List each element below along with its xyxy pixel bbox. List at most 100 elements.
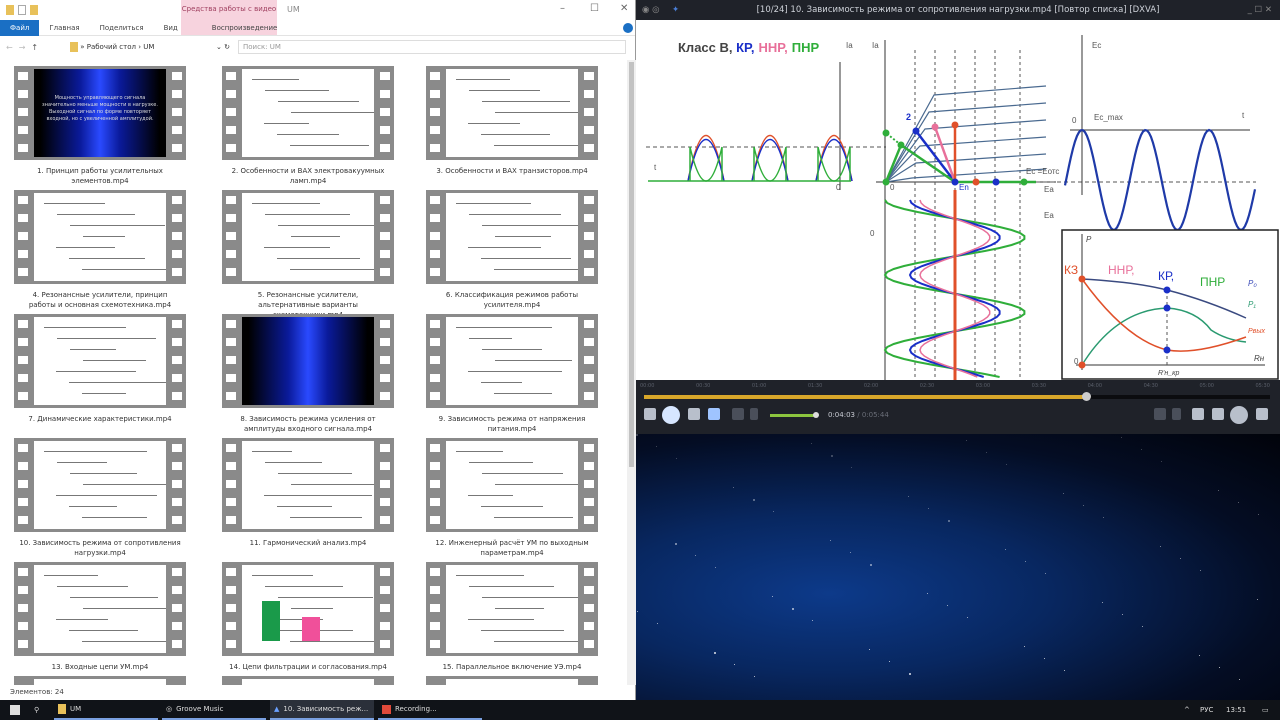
player-controls: 00:00 00:30 01:00 01:30 02:00 02:30 03:00 03:30… [636,380,1280,434]
film-hole [172,90,182,98]
file-item[interactable]: 5. Резонансные усилители, альтернативные… [213,190,403,320]
properties-icon[interactable] [18,5,26,15]
taskbar-groove[interactable]: ◎ Groove Music [162,700,266,720]
thumbnail-line [69,258,145,259]
scrollbar-thumb[interactable] [629,62,634,467]
tab-home[interactable]: Главная [39,20,89,36]
file-item[interactable]: 14. Цепи фильтрации и согласования.mp4 [213,562,403,672]
file-item[interactable]: 7. Динамические характеристики.mp4 [5,314,195,424]
taskbar-explorer[interactable]: UM [54,700,158,720]
maximize-button[interactable]: ☐ [590,3,599,14]
file-item[interactable]: Мощность управляющего сигнала значительн… [5,66,195,186]
playlist-panel-icon[interactable] [1172,408,1181,420]
start-button[interactable] [6,700,20,720]
tab-playback[interactable]: Воспроизведение [202,20,288,36]
film-hole [18,640,28,648]
film-hole [172,72,182,80]
file-item[interactable]: 10. Зависимость режима от сопротивления … [5,438,195,558]
film-hole [18,622,28,630]
video-frame[interactable]: Класс В, КР, ННР, ПНР Ia Ia t 0 0 En Ec =Eотс Ea Ea… [636,20,1280,380]
film-hole [18,498,28,506]
tray-chevron-icon[interactable]: ^ [1180,700,1190,720]
clock[interactable]: 13:51 [1222,700,1246,720]
film-hole [226,480,236,488]
file-item[interactable] [417,676,607,685]
thumbnail-line [291,484,374,485]
file-item[interactable] [213,676,403,685]
pin-icon[interactable]: ✦ [672,0,679,20]
seek-handle[interactable] [1081,392,1091,401]
star [1005,549,1006,550]
context-tab-label[interactable]: Средства работы с видео [181,5,277,13]
next-frame-button[interactable] [688,408,700,420]
tab-share[interactable]: Поделиться [90,20,154,36]
volume-slider[interactable] [770,412,819,418]
film-hole [430,320,440,328]
notifications-icon[interactable]: ▭ [1258,700,1269,720]
file-item[interactable]: 13. Входные цепи УМ.mp4 [5,562,195,672]
file-item[interactable]: 6. Классификация режимов работы усилител… [417,190,607,310]
back-icon[interactable]: ← [6,43,13,52]
ia-label-1: Ia [846,41,853,50]
film-hole [172,640,182,648]
menu-icon[interactable]: ◉ ◎ [642,0,660,20]
folder-icon[interactable] [6,5,14,15]
previous-button[interactable] [1212,408,1224,420]
film-hole [430,268,440,276]
help-icon[interactable] [623,23,633,33]
next-button[interactable] [1256,408,1268,420]
file-item[interactable]: 8. Зависимость режима усиления от амплит… [213,314,403,434]
language-indicator[interactable]: РУС [1196,700,1213,720]
tab-view[interactable]: Вид [154,20,188,36]
close-button[interactable]: ✕ [620,3,628,14]
file-item[interactable]: 11. Гармонический анализ.mp4 [213,438,403,548]
address-bar[interactable]: » Рабочий стол › UM ⌄ ↻ [70,40,230,54]
pause-button[interactable] [662,406,680,424]
thumbnail-bar [302,617,320,641]
new-folder-icon[interactable] [30,5,38,15]
playlist-button[interactable] [1230,406,1248,424]
up-icon[interactable]: ↑ [31,43,38,52]
star [714,652,716,654]
minimize-button[interactable]: – [560,3,565,14]
film-hole [226,586,236,594]
seek-bar[interactable] [644,392,1270,401]
file-item[interactable]: 12. Инженерный расчёт УМ по выходным пар… [417,438,607,558]
stop-button[interactable] [644,408,656,420]
breadcrumb-um[interactable]: UM [143,43,154,51]
file-item[interactable]: 15. Параллельное включение УЭ.mp4 [417,562,607,672]
t-label-left: t [654,163,657,172]
film-hole [584,480,594,488]
tab-file[interactable]: Файл [0,19,40,36]
file-item[interactable] [5,676,195,685]
volume-icon[interactable] [750,408,758,420]
taskbar: ⚲ UM ◎ Groove Music ▲ 10. Зависимость реж.… [0,700,1280,720]
search-input[interactable]: Поиск: UM [238,40,626,54]
screenshot-icon[interactable] [1154,408,1166,420]
window-controls[interactable]: _ ☐ ✕ [1248,0,1272,20]
film-hole [226,196,236,204]
search-icon[interactable]: ⚲ [30,700,39,720]
subtitle-button[interactable] [732,408,744,420]
file-item[interactable]: 4. Резонансные усилители, принцип работы… [5,190,195,310]
film-hole [18,250,28,258]
star [1045,573,1046,574]
star [1006,464,1007,465]
settings-button[interactable] [1192,408,1204,420]
thumbnail-line [277,506,332,507]
video-thumbnail [222,562,394,656]
volume-handle[interactable] [813,412,819,418]
taskbar-label: Recording... [395,705,437,713]
taskbar-recording[interactable]: Recording... [378,700,482,720]
refresh-icon[interactable]: ⌄ ↻ [216,40,230,54]
desktop-wallpaper [636,434,1280,700]
slide-title: Класс В, КР, ННР, ПНР [678,40,820,55]
file-item[interactable]: 2. Особенности и ВАХ электровакуумных ла… [213,66,403,186]
forward-icon[interactable]: → [19,43,26,52]
film-hole [584,196,594,204]
fast-forward-button[interactable] [708,408,720,420]
breadcrumb-desktop[interactable]: Рабочий стол [87,43,136,51]
file-item[interactable]: 9. Зависимость режима от напряжения пита… [417,314,607,434]
file-item[interactable]: 3. Особенности и ВАХ транзисторов.mp4 [417,66,607,176]
taskbar-player[interactable]: ▲ 10. Зависимость реж... [270,700,374,720]
